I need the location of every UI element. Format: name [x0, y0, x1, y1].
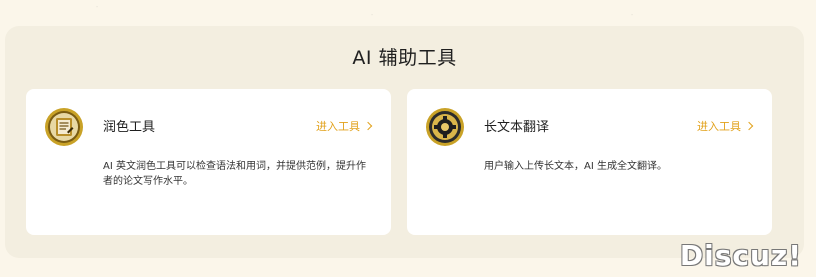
- tool-description: 用户输入上传长文本，AI 生成全文翻译。: [484, 161, 667, 172]
- watermark: ·: [627, 9, 636, 22]
- chevron-right-icon: [363, 121, 373, 131]
- enter-tool-link[interactable]: 进入工具: [316, 118, 373, 134]
- chevron-right-icon: [744, 121, 754, 131]
- discuz-logo: Discuz!: [679, 239, 802, 272]
- tool-name: 长文本翻译: [484, 120, 550, 135]
- tool-card-polish[interactable]: 润色工具 进入工具 AI 英文润色工具可以检查语法和用词，并提供范例，提升作者的…: [26, 89, 391, 235]
- tool-name: 润色工具: [103, 120, 156, 135]
- watermark: ·: [367, 9, 376, 22]
- tool-description: AI 英文润色工具可以检查语法和用词，并提供范例，提升作者的论文写作水平。: [103, 161, 366, 187]
- enter-tool-label: 进入工具: [697, 120, 741, 133]
- page: · · · AI 辅助工具 润色工具 进入工具 AI 英文润色工具可以检查语法和…: [0, 0, 816, 277]
- scroll-emblem-icon: [44, 107, 84, 147]
- panel-title: AI 辅助工具: [352, 47, 457, 69]
- tool-card-translate[interactable]: 长文本翻译 进入工具 用户输入上传长文本，AI 生成全文翻译。: [407, 89, 772, 235]
- watermark: ·: [92, 1, 101, 14]
- enter-tool-label: 进入工具: [316, 120, 360, 133]
- enter-tool-link[interactable]: 进入工具: [697, 118, 754, 134]
- translation-emblem-icon: [425, 107, 465, 147]
